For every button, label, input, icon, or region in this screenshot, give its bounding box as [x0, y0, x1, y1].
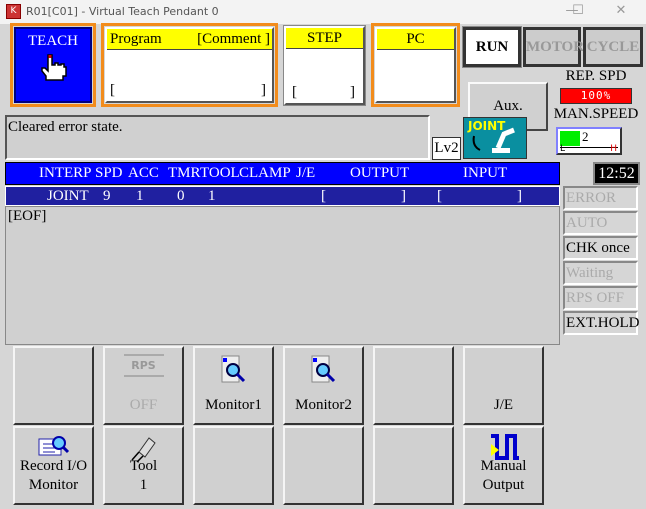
step-value-open: [	[292, 84, 297, 100]
function-key-label2: Monitor	[28, 477, 79, 493]
col-acc: ACC	[128, 165, 159, 181]
step-label: STEP	[286, 28, 363, 49]
program-value-open: [	[110, 82, 115, 98]
rep-speed-label: REP. SPD	[565, 68, 627, 84]
rep-speed-value[interactable]: 100%	[560, 88, 632, 104]
function-key-record-i-o[interactable]: Record I/O Monitor	[13, 426, 94, 505]
mode-label: TEACH	[28, 33, 78, 49]
function-key-label: Tool	[129, 458, 158, 474]
function-key-label: Record I/O	[19, 458, 88, 474]
program-label: Program	[110, 31, 162, 47]
row-input: [ ]	[437, 188, 522, 204]
row-spd: 9	[103, 188, 111, 204]
title-bar: K R01[C01] - Virtual Teach Pendant 0 — ☐…	[0, 0, 646, 24]
function-key-label: Monitor2	[295, 397, 352, 413]
clock: 12:52	[593, 162, 640, 185]
function-key-label2: 1	[139, 477, 148, 493]
motor-button[interactable]: MOTOR	[523, 27, 584, 67]
window-title: R01[C01] - Virtual Teach Pendant 0	[26, 5, 219, 18]
monitor-search-icon	[311, 355, 335, 383]
col-spd: SPD	[95, 165, 123, 181]
program-value-close: ]	[261, 82, 266, 98]
rps-icon: RPS	[123, 354, 164, 377]
col-tool: TOOL	[200, 165, 240, 181]
function-key-tool[interactable]: Tool 1	[103, 426, 184, 505]
function-key-label2: Output	[482, 477, 525, 493]
function-key-blank-row2-4[interactable]	[373, 426, 454, 505]
status-rps-off: RPS OFF	[563, 286, 638, 310]
row-tool: 1	[208, 188, 216, 204]
status-auto: AUTO	[563, 211, 638, 235]
function-key-blank-row1-0[interactable]	[13, 346, 94, 425]
man-speed-gauge[interactable]: 2 L H	[556, 127, 622, 155]
status-error: ERROR	[563, 186, 638, 210]
column-header: INTERP SPD ACC TMR TOOL CLAMP J/E OUTPUT…	[5, 162, 560, 185]
function-key-label: Manual	[480, 458, 527, 474]
cycle-button[interactable]: CYCLE	[583, 27, 643, 67]
col-je: J/E	[296, 165, 316, 181]
program-line: [EOF]	[8, 208, 47, 224]
row-acc: 1	[136, 188, 144, 204]
function-key-blank-row1-4[interactable]	[373, 346, 454, 425]
message-box: Cleared error state.	[5, 115, 430, 160]
function-key-label: OFF	[129, 397, 158, 413]
man-speed-high: H	[610, 144, 617, 154]
step-row[interactable]: JOINT 9 1 0 1 [ ] [ ]	[5, 186, 560, 206]
level-indicator[interactable]: Lv2	[432, 137, 461, 160]
function-key-off[interactable]: RPS OFF	[103, 346, 184, 425]
robot-arm-icon	[472, 127, 515, 153]
app-icon: K	[6, 4, 21, 19]
function-key-manual[interactable]: Manual Output	[463, 426, 544, 505]
col-clamp: CLAMP	[239, 165, 291, 181]
pc-label: PC	[377, 29, 454, 50]
function-key-monitor2[interactable]: Monitor2	[283, 346, 364, 425]
function-key-label: Monitor1	[205, 397, 262, 413]
col-interp: INTERP	[39, 165, 92, 181]
function-key-blank-row2-3[interactable]	[283, 426, 364, 505]
man-speed-label: MAN.SPEED	[553, 106, 639, 122]
hand-pointer-icon	[41, 54, 67, 81]
program-box[interactable]: Program [Comment ] [ ]	[101, 23, 278, 107]
function-key-label: J/E	[493, 397, 514, 413]
status-chk-once: CHK once	[563, 236, 638, 260]
interp-mode-button[interactable]: JOINT	[463, 117, 527, 159]
man-speed-level: 2	[582, 129, 589, 144]
function-key-monitor1[interactable]: Monitor1	[193, 346, 274, 425]
status-waiting: Waiting	[563, 261, 638, 285]
col-input: INPUT	[463, 165, 508, 181]
function-key-blank-row2-2[interactable]	[193, 426, 274, 505]
close-button[interactable]: ✕	[606, 3, 636, 18]
step-box[interactable]: STEP [ ]	[283, 25, 366, 106]
col-tmr: TMR	[168, 165, 201, 181]
function-key-j-e[interactable]: J/E	[463, 346, 544, 425]
run-button[interactable]: RUN	[462, 26, 522, 68]
program-listing[interactable]: [EOF]	[5, 206, 560, 345]
comment-label: [Comment ]	[197, 31, 270, 47]
maximize-button[interactable]: ☐	[563, 3, 593, 18]
mode-button[interactable]: TEACH	[10, 23, 96, 107]
col-output: OUTPUT	[350, 165, 410, 181]
step-value-close: ]	[350, 84, 355, 100]
monitor-search-icon	[221, 355, 245, 383]
pc-box[interactable]: PC	[371, 23, 460, 107]
status-ext-hold: EXT.HOLD	[563, 311, 639, 335]
row-output: [ ]	[321, 188, 406, 204]
row-tmr: 0	[177, 188, 185, 204]
man-speed-low: L	[560, 144, 566, 154]
row-interp: JOINT	[47, 188, 89, 204]
